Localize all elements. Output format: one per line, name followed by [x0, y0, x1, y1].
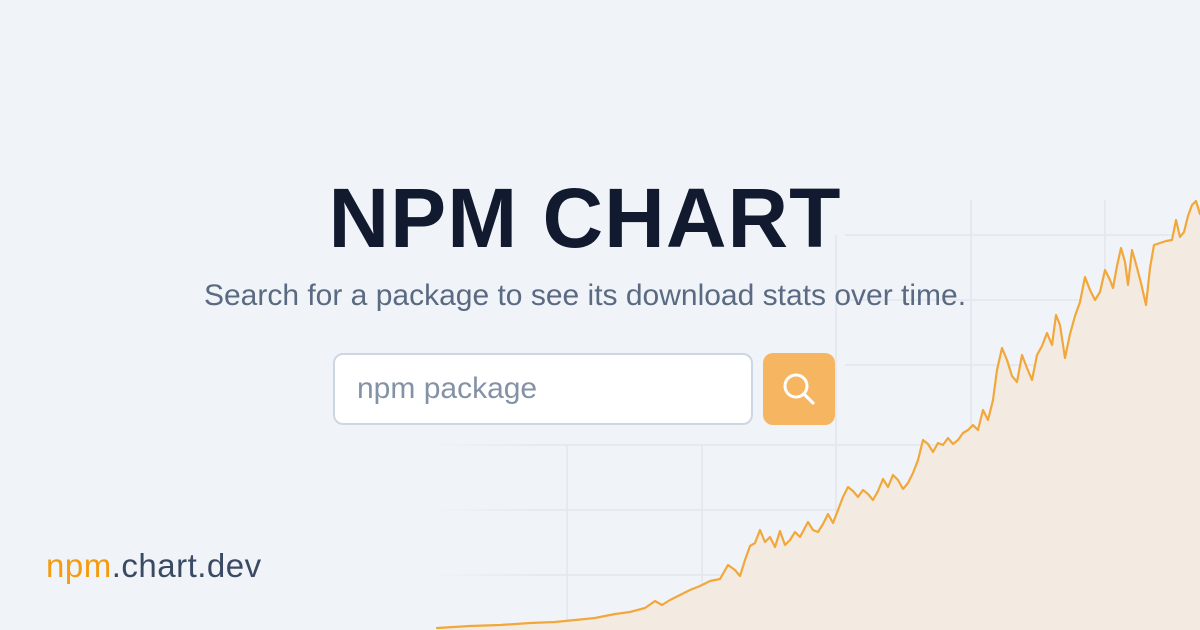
- page-title: NPM CHART: [328, 171, 842, 265]
- brand-domain-text: .chart.dev: [111, 547, 262, 584]
- brand-accent-text: npm: [46, 547, 112, 584]
- search-icon: [783, 373, 815, 405]
- hero-card: NPM CHART Search for a package to see it…: [0, 0, 1200, 630]
- site-brand: npm.chart.dev: [46, 546, 262, 586]
- page-subtitle: Search for a package to see its download…: [203, 279, 967, 312]
- search-button[interactable]: [763, 353, 835, 425]
- package-search-input[interactable]: [333, 353, 753, 425]
